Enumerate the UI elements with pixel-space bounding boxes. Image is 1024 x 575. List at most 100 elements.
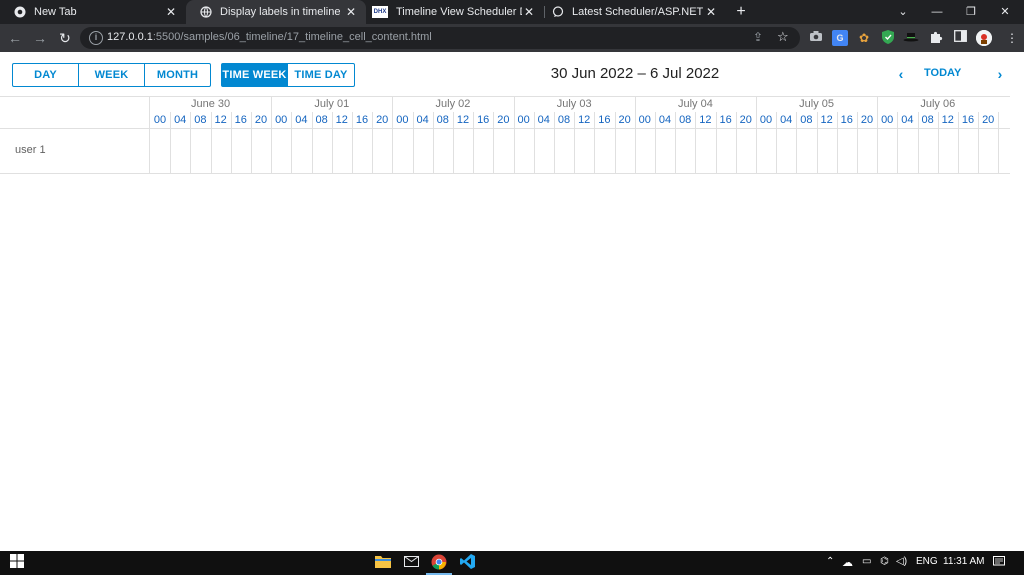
timeline-cell[interactable]	[493, 129, 513, 173]
cloud-icon[interactable]: ☁	[842, 556, 853, 569]
timeline-cell[interactable]	[635, 129, 655, 173]
tab-day[interactable]: DAY	[13, 64, 79, 86]
timeline-cell[interactable]	[453, 129, 473, 173]
timeline-cell[interactable]	[796, 129, 816, 173]
timeline-cell[interactable]	[574, 129, 594, 173]
timeline-cell[interactable]	[211, 129, 231, 173]
menu-kebab-icon[interactable]: ⋮	[1004, 30, 1020, 46]
translate-icon[interactable]: G	[832, 30, 848, 46]
side-panel-icon[interactable]	[952, 30, 968, 46]
tab-timeline-docs[interactable]: DHX Timeline View Scheduler Docs ✕	[366, 0, 544, 24]
volume-icon[interactable]: ◁)	[896, 556, 907, 567]
address-bar[interactable]: i 127.0.0.1:5500/samples/06_timeline/17_…	[80, 27, 800, 49]
timeline-cell[interactable]	[756, 129, 776, 173]
hour-header: 16	[840, 114, 853, 126]
timeline-cell[interactable]	[615, 129, 635, 173]
network-icon[interactable]: ⌬	[880, 556, 889, 567]
timeline-cell[interactable]	[433, 129, 453, 173]
timeline-cell[interactable]	[817, 129, 837, 173]
close-icon[interactable]: ✕	[704, 5, 718, 19]
timeline-cell[interactable]	[372, 129, 392, 173]
restore-button[interactable]: ❐	[954, 0, 988, 24]
language-indicator[interactable]: ENG	[916, 556, 938, 567]
timeline-cell[interactable]	[978, 129, 998, 173]
timeline-cell[interactable]	[776, 129, 796, 173]
hour-header: 16	[961, 114, 975, 126]
close-icon[interactable]: ✕	[522, 5, 536, 19]
battery-icon[interactable]: ▭	[862, 556, 871, 567]
next-arrow-icon[interactable]: ›	[992, 65, 1008, 83]
chevron-down-icon[interactable]: ⌄	[886, 0, 920, 24]
timeline-cell[interactable]	[716, 129, 736, 173]
timeline-cell[interactable]	[938, 129, 958, 173]
timeline-cell[interactable]	[736, 129, 756, 173]
star-icon[interactable]: ☆	[777, 29, 789, 45]
new-tab-button[interactable]: +	[732, 2, 750, 22]
timeline-cell[interactable]	[291, 129, 311, 173]
vscode-icon[interactable]	[458, 554, 476, 572]
puzzle-icon[interactable]	[928, 30, 944, 46]
mail-icon[interactable]	[402, 554, 420, 572]
timeline-cell[interactable]	[231, 129, 251, 173]
timeline-cell[interactable]	[837, 129, 857, 173]
minimize-button[interactable]: —	[920, 0, 954, 24]
timeline-cell[interactable]	[675, 129, 695, 173]
timeline-cell[interactable]	[514, 129, 534, 173]
tab-month[interactable]: MONTH	[145, 64, 210, 86]
close-icon[interactable]: ✕	[164, 5, 178, 19]
timeline-cell[interactable]	[918, 129, 938, 173]
close-window-button[interactable]: ✕	[988, 0, 1022, 24]
timeline-cell[interactable]	[352, 129, 372, 173]
timeline-cell[interactable]	[150, 129, 170, 173]
timeline-cell[interactable]	[190, 129, 210, 173]
forward-icon[interactable]: →	[30, 28, 50, 48]
hour-header: 04	[658, 114, 672, 126]
timeline-cell[interactable]	[251, 129, 271, 173]
avatar[interactable]	[976, 30, 992, 46]
timeline-cell[interactable]	[312, 129, 332, 173]
cookie-icon[interactable]: ✿	[856, 30, 872, 46]
tab-display-labels[interactable]: Display labels in timeline cells ✕	[186, 0, 366, 24]
chrome-taskbar-icon[interactable]	[430, 554, 448, 572]
timeline-cell[interactable]	[392, 129, 412, 173]
hour-header: 12	[214, 114, 227, 126]
timeline-cell[interactable]	[271, 129, 291, 173]
tab-week[interactable]: WEEK	[79, 64, 145, 86]
file-explorer-icon[interactable]	[374, 554, 392, 572]
windows-start-icon[interactable]	[8, 554, 26, 572]
tab-time-day[interactable]: TIME DAY	[288, 64, 354, 86]
timeline-cell[interactable]	[655, 129, 675, 173]
tab-time-week[interactable]: TIME WEEK	[222, 64, 288, 86]
timeline-cell[interactable]	[877, 129, 897, 173]
tab-new-tab[interactable]: New Tab ✕	[0, 0, 186, 24]
hat-icon[interactable]	[903, 30, 919, 46]
notifications-icon[interactable]	[993, 556, 1005, 571]
url-text[interactable]: 127.0.0.1:5500/samples/06_timeline/17_ti…	[107, 31, 432, 43]
camera-icon[interactable]	[808, 30, 824, 46]
day-header: July 04	[677, 98, 713, 110]
close-icon[interactable]: ✕	[344, 5, 358, 19]
dhtmlx-icon: DHX	[372, 6, 388, 18]
today-button[interactable]: TODAY	[924, 67, 961, 79]
prev-arrow-icon[interactable]: ‹	[893, 65, 909, 83]
timeline-cell[interactable]	[695, 129, 715, 173]
timeline-cell[interactable]	[332, 129, 352, 173]
timeline-cell[interactable]	[958, 129, 978, 173]
timeline-cell[interactable]	[413, 129, 433, 173]
info-icon[interactable]: i	[89, 31, 103, 45]
timeline-cell[interactable]	[897, 129, 917, 173]
chrome-icon	[14, 6, 26, 18]
clock[interactable]: 11:31 AM	[943, 556, 985, 567]
tab-latest-scheduler[interactable]: Latest Scheduler/ASP.NET MVC t ✕	[546, 0, 726, 24]
timeline-cell[interactable]	[170, 129, 190, 173]
share-icon[interactable]: ⇪	[753, 30, 763, 44]
shield-icon[interactable]	[880, 30, 896, 46]
timeline-cell[interactable]	[554, 129, 574, 173]
reload-icon[interactable]: ↻	[55, 28, 75, 48]
timeline-cell[interactable]	[534, 129, 554, 173]
timeline-cell[interactable]	[473, 129, 493, 173]
back-icon[interactable]: ←	[5, 28, 25, 48]
chevron-up-icon[interactable]: ⌃	[826, 556, 834, 567]
timeline-cell[interactable]	[594, 129, 614, 173]
timeline-cell[interactable]	[857, 129, 877, 173]
